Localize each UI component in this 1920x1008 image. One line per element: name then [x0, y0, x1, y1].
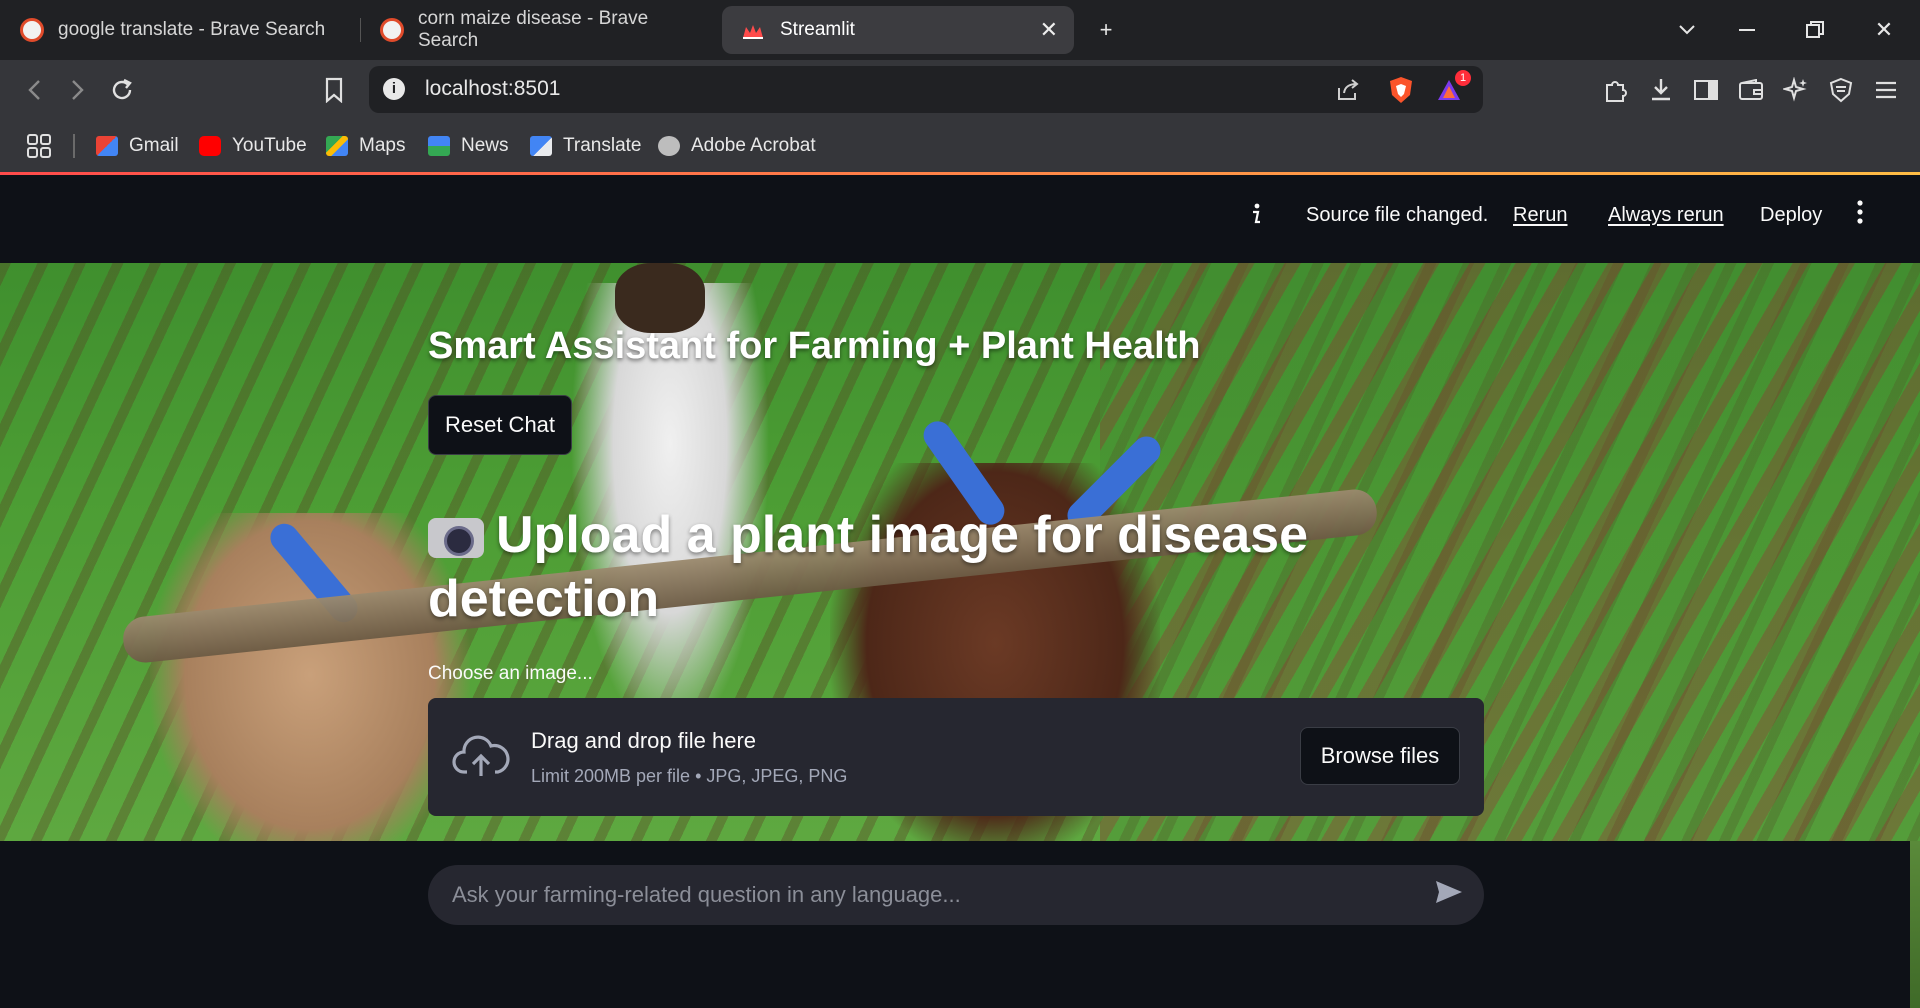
sidebar-icon[interactable]	[1686, 70, 1726, 110]
reset-chat-button[interactable]: Reset Chat	[428, 395, 572, 455]
bookmark-youtube[interactable]: YouTube	[199, 132, 307, 160]
close-tab-icon[interactable]: ✕	[1040, 17, 1058, 43]
extensions-icon[interactable]	[1596, 70, 1636, 110]
address-bar[interactable]: i localhost:8501 1	[369, 66, 1483, 113]
dropzone-limits: Limit 200MB per file • JPG, JPEG, PNG	[531, 766, 848, 786]
chat-input[interactable]	[428, 865, 1484, 925]
bookmark-label: Gmail	[129, 135, 179, 156]
bookmark-gmail[interactable]: Gmail	[96, 132, 179, 160]
source-changed-status: Source file changed.	[1306, 204, 1489, 226]
reload-icon[interactable]	[102, 70, 142, 110]
site-info-icon[interactable]: i	[383, 78, 405, 100]
bookmark-label: Maps	[359, 135, 406, 156]
file-uploader-label: Choose an image...	[428, 663, 593, 684]
vpn-icon[interactable]	[1821, 70, 1861, 110]
bookmark-label: News	[461, 135, 509, 156]
menu-icon[interactable]	[1866, 70, 1906, 110]
restore-icon[interactable]	[1795, 12, 1835, 48]
tab-corn-maize-disease[interactable]: corn maize disease - Brave Search	[380, 6, 710, 54]
bookmark-adobe-acrobat[interactable]: Adobe Acrobat	[658, 132, 816, 160]
youtube-icon	[199, 136, 221, 156]
bookmark-label: Adobe Acrobat	[691, 135, 816, 156]
brave-search-icon	[20, 18, 44, 42]
browse-files-button[interactable]: Browse files	[1300, 727, 1460, 785]
bookmark-maps[interactable]: Maps	[326, 132, 405, 160]
always-rerun-button[interactable]: Always rerun	[1608, 204, 1724, 227]
streamlit-header: Source file changed. Rerun Always rerun …	[0, 175, 1920, 263]
apps-grid-icon[interactable]	[26, 132, 52, 160]
deploy-button[interactable]: Deploy	[1760, 204, 1822, 227]
tab-google-translate[interactable]: google translate - Brave Search	[20, 6, 350, 54]
dropzone-title: Drag and drop file here	[531, 728, 757, 753]
tab-search-icon[interactable]	[1667, 12, 1707, 48]
share-icon[interactable]	[1331, 74, 1365, 106]
bookmark-icon[interactable]	[314, 70, 354, 110]
background-edge-strip	[1910, 841, 1920, 1008]
forward-icon[interactable]	[58, 70, 98, 110]
upload-heading: Upload a plant image for disease detecti…	[428, 503, 1308, 631]
rewards-badge: 1	[1455, 70, 1471, 86]
url-text: localhost:8501	[425, 77, 561, 100]
bookmark-label: Translate	[563, 135, 642, 156]
wallet-icon[interactable]	[1731, 70, 1771, 110]
rerun-button[interactable]: Rerun	[1513, 204, 1567, 227]
brave-shields-icon[interactable]	[1384, 74, 1418, 106]
translate-icon	[530, 136, 552, 156]
send-icon[interactable]	[1434, 879, 1468, 911]
tab-divider	[360, 18, 361, 42]
back-icon[interactable]	[14, 70, 54, 110]
cloud-upload-icon	[452, 734, 510, 780]
main-menu-icon[interactable]	[1856, 199, 1864, 231]
app-main-area: Smart Assistant for Farming + Plant Heal…	[0, 263, 1920, 841]
brave-rewards-icon[interactable]: 1	[1435, 70, 1471, 106]
bookmark-news[interactable]: News	[428, 132, 509, 160]
app-subtitle: Smart Assistant for Farming + Plant Heal…	[428, 325, 1201, 367]
streamlit-icon	[740, 20, 766, 40]
upload-heading-text: Upload a plant image for disease detecti…	[428, 506, 1308, 628]
news-icon	[428, 136, 450, 156]
bookmark-label: YouTube	[232, 135, 307, 156]
background-farmer-head	[615, 263, 705, 333]
tab-streamlit[interactable]: Streamlit ✕	[722, 6, 1074, 54]
file-dropzone[interactable]: Drag and drop file here Limit 200MB per …	[428, 698, 1484, 816]
close-window-icon[interactable]: ✕	[1864, 12, 1904, 48]
maps-icon	[326, 136, 348, 156]
bookmark-translate[interactable]: Translate	[530, 132, 642, 160]
bookmarks-bar: Gmail YouTube Maps News Translate Adobe …	[0, 118, 1920, 174]
camera-icon	[428, 518, 484, 559]
tab-title: corn maize disease - Brave Search	[418, 8, 649, 51]
browser-tab-bar: google translate - Brave Search corn mai…	[0, 0, 1920, 60]
bookmarks-divider	[73, 134, 75, 158]
chat-input-container	[0, 841, 1920, 1008]
info-icon	[1250, 202, 1262, 232]
brave-search-icon	[380, 18, 404, 42]
tab-title: Streamlit	[780, 19, 855, 40]
globe-icon	[658, 136, 680, 156]
gmail-icon	[96, 136, 118, 156]
minimize-icon[interactable]	[1727, 12, 1767, 48]
tab-title: google translate - Brave Search	[58, 19, 326, 40]
leo-ai-icon[interactable]	[1776, 70, 1816, 110]
new-tab-button[interactable]: +	[1086, 12, 1126, 48]
browser-toolbar: i localhost:8501 1	[0, 60, 1920, 118]
download-icon[interactable]	[1641, 70, 1681, 110]
